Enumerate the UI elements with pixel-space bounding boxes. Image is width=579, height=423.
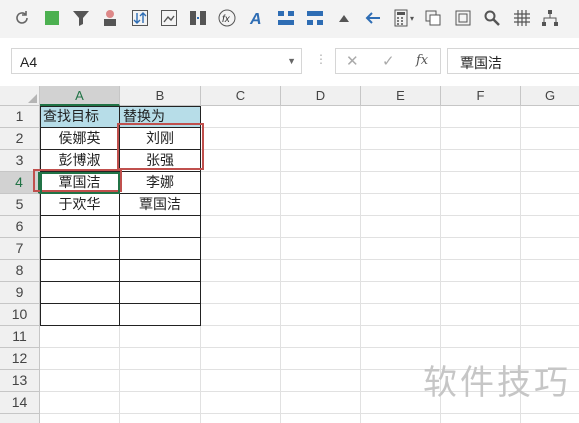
spreadsheet-grid: A B C D E F G 1 2 3 4 5 6 7 8 9 10 11 12…	[0, 84, 579, 423]
column-header-c[interactable]: C	[201, 86, 281, 106]
column-header-e[interactable]: E	[361, 86, 441, 106]
column-header-b[interactable]: B	[120, 86, 201, 106]
row-header-14[interactable]: 14	[0, 392, 40, 414]
row-header-12[interactable]: 12	[0, 348, 40, 370]
column-header-f[interactable]: F	[441, 86, 521, 106]
svg-text:A: A	[249, 11, 262, 27]
person-icon[interactable]	[101, 9, 119, 27]
row-header-5[interactable]: 5	[0, 194, 40, 216]
confirm-button[interactable]: ✓	[382, 52, 395, 70]
formula-bar: A4 ▼ ⋮ ✕ ✓ fx 覃国洁	[0, 38, 579, 84]
frame-icon[interactable]	[454, 9, 472, 27]
row-header-13[interactable]: 13	[0, 370, 40, 392]
arrow-left-icon[interactable]	[364, 9, 382, 27]
tree-icon[interactable]	[541, 9, 559, 27]
name-box[interactable]: A4 ▼	[11, 48, 302, 74]
row-header-3[interactable]: 3	[0, 150, 40, 172]
table-left-border	[40, 106, 41, 326]
select-all-button[interactable]	[0, 86, 40, 106]
sort-icon[interactable]	[131, 9, 149, 27]
formula-buttons: ✕ ✓ fx	[335, 48, 441, 74]
chevron-down-icon[interactable]: ▼	[287, 56, 296, 66]
filter-icon[interactable]	[72, 9, 90, 27]
row-header-7[interactable]: 7	[0, 238, 40, 260]
row-header-2[interactable]: 2	[0, 128, 40, 150]
function-icon-label: fx	[222, 14, 231, 25]
row-header-8[interactable]: 8	[0, 260, 40, 282]
column-header-d[interactable]: D	[281, 86, 361, 106]
drag-handle-icon[interactable]: ⋮	[315, 52, 327, 66]
function-icon[interactable]: fx	[218, 9, 236, 27]
refresh-icon[interactable]	[13, 9, 31, 27]
row-header-1[interactable]: 1	[0, 106, 40, 128]
copy-icon[interactable]	[424, 9, 442, 27]
font-color-icon[interactable]: A	[247, 9, 265, 27]
split-icon[interactable]	[306, 9, 324, 27]
column-header-g[interactable]: G	[521, 86, 579, 106]
row-header-15[interactable]	[0, 414, 40, 423]
triangle-up-icon[interactable]	[335, 9, 353, 27]
column-header-a[interactable]: A	[40, 86, 120, 106]
grid-icon[interactable]	[513, 9, 531, 27]
active-cell-selection	[40, 172, 120, 194]
formula-input[interactable]: 覃国洁	[447, 48, 579, 74]
watermark: 软件技巧	[423, 363, 571, 403]
merge-icon[interactable]	[277, 9, 295, 27]
name-box-value: A4	[20, 54, 38, 70]
row-header-4[interactable]: 4	[0, 172, 40, 194]
cancel-button[interactable]: ✕	[346, 52, 359, 70]
row-header-9[interactable]: 9	[0, 282, 40, 304]
search-icon[interactable]	[483, 9, 501, 27]
row-header-10[interactable]: 10	[0, 304, 40, 326]
table-top-border	[40, 106, 201, 107]
formula-input-value: 覃国洁	[460, 55, 502, 71]
column-icon[interactable]	[189, 9, 207, 27]
toolbar: fx A ▾	[0, 0, 579, 39]
row-header-11[interactable]: 11	[0, 326, 40, 348]
row-header-6[interactable]: 6	[0, 216, 40, 238]
fill-color-icon[interactable]	[43, 9, 61, 27]
image-icon[interactable]	[160, 9, 178, 27]
insert-function-button[interactable]: fx	[416, 53, 428, 68]
chevron-down-icon[interactable]: ▾	[408, 9, 416, 27]
